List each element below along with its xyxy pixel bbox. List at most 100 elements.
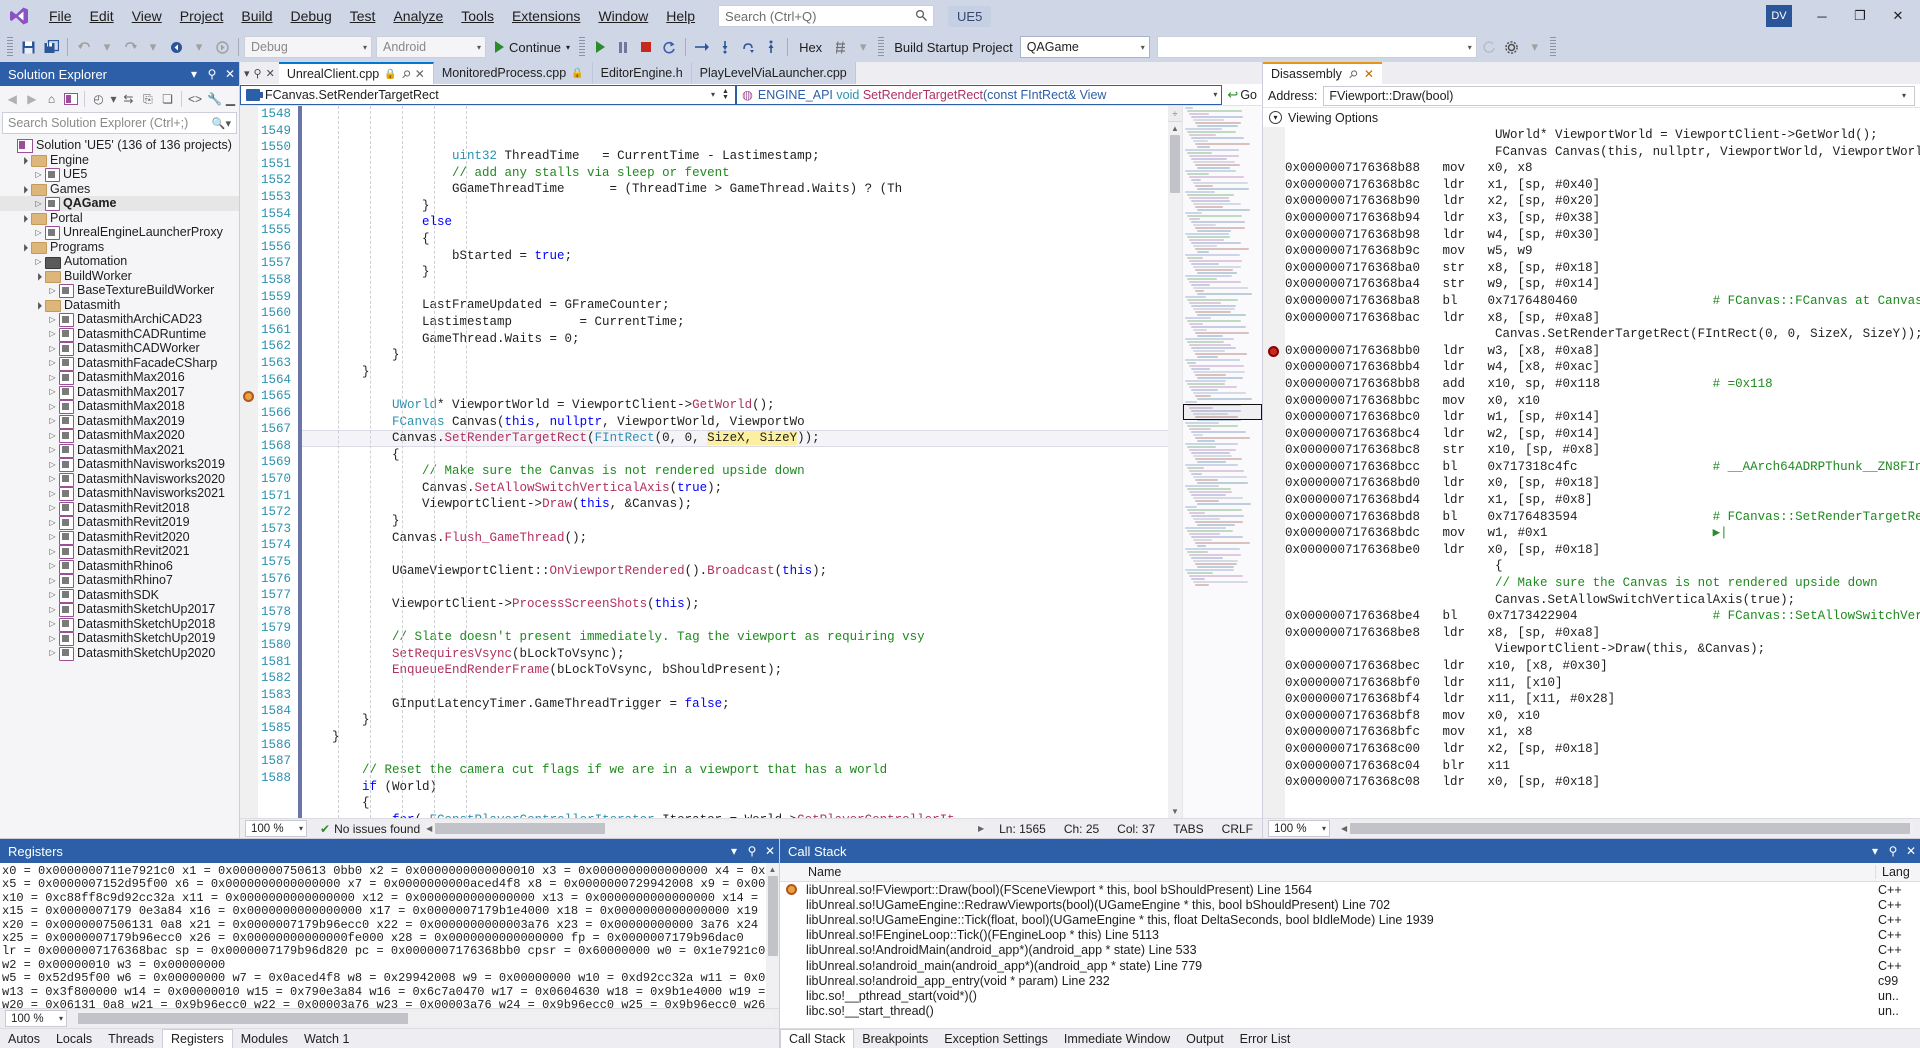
tab-disassembly[interactable]: Disassembly ⚲ ✕ [1263, 62, 1382, 84]
tree-item-datasmithcadruntime[interactable]: DatasmithCADRuntime [0, 327, 239, 342]
tree-twisty-closed[interactable] [46, 634, 59, 643]
disassembly-instruction[interactable]: 0x0000007176368be4 bl 0x7173422904 # FCa… [1285, 608, 1920, 625]
chevron-down-icon[interactable]: ▾ [109, 89, 118, 109]
tree-twisty-closed[interactable] [46, 315, 59, 324]
redo-dropdown-icon[interactable]: ▾ [142, 35, 164, 59]
call-stack-row[interactable]: libUnreal.so!UGameEngine::Tick(float, bo… [780, 912, 1920, 927]
chevron-down-icon[interactable]: ▾ [185, 67, 203, 81]
disassembly-instruction[interactable]: 0x0000007176368b90 ldr x2, [sp, #0x20] [1285, 193, 1920, 210]
code-line[interactable] [302, 380, 1168, 397]
hex-label[interactable]: Hex [793, 40, 828, 55]
forward-icon[interactable]: ▶ [23, 89, 42, 109]
tree-twisty-closed[interactable] [46, 590, 59, 599]
menu-project[interactable]: Project [171, 4, 233, 28]
tab-call-stack[interactable]: Call Stack [780, 1029, 854, 1048]
tree-twisty-closed[interactable] [46, 358, 59, 367]
code-line[interactable]: } [302, 364, 1168, 381]
disassembly-source-line[interactable]: // Make sure the Canvas is not rendered … [1285, 575, 1920, 592]
code-editor[interactable]: 1548154915501551155215531554155515561557… [240, 106, 1262, 818]
menu-view[interactable]: View [123, 4, 171, 28]
registers-content[interactable]: x0 = 0x0000000711e7921c0 x1 = 0x00000007… [0, 863, 766, 1008]
code-line[interactable]: { [302, 447, 1168, 464]
code-line[interactable] [302, 613, 1168, 630]
code-minimap[interactable] [1182, 106, 1262, 818]
tree-twisty-closed[interactable] [32, 228, 45, 237]
column-header-lang[interactable]: Lang [1876, 865, 1920, 879]
disassembly-source-line[interactable]: Canvas.SetRenderTargetRect(FIntRect(0, 0… [1285, 326, 1920, 343]
editor-tab-playlevelvialauncher-cpp[interactable]: PlayLevelViaLauncher.cpp [692, 62, 856, 84]
tree-twisty-closed[interactable] [46, 503, 59, 512]
tree-twisty-closed[interactable] [32, 199, 45, 208]
tree-item-portal[interactable]: Portal [0, 211, 239, 226]
tree-twisty-open[interactable] [32, 301, 45, 309]
editor-tabs[interactable]: UnrealClient.cpp🔒⚲✕MonitoredProcess.cpp🔒… [279, 62, 856, 84]
menu-window[interactable]: Window [589, 4, 657, 28]
solution-explorer-tree[interactable]: Solution 'UE5' (136 of 136 projects)Engi… [0, 136, 239, 838]
collapse-all-icon[interactable]: ❏ [158, 89, 177, 109]
disassembly-instruction[interactable]: 0x0000007176368bdc mov w1, #0x1 ▶| [1285, 525, 1920, 542]
breakpoint-icon[interactable] [1268, 346, 1279, 357]
tree-item-datasmithrevit2018[interactable]: DatasmithRevit2018 [0, 501, 239, 516]
tab-immediate-window[interactable]: Immediate Window [1056, 1030, 1178, 1048]
navigation-member-combo[interactable]: ◍ ENGINE_API void SetRenderTargetRect(co… [736, 85, 1222, 105]
start-without-debugging-icon[interactable] [589, 35, 611, 59]
menu-test[interactable]: Test [341, 4, 385, 28]
tab-breakpoints[interactable]: Breakpoints [854, 1030, 936, 1048]
address-input[interactable]: FViewport::Draw(bool) ▾ [1323, 86, 1915, 106]
tree-twisty-closed[interactable] [46, 416, 59, 425]
code-line[interactable] [302, 281, 1168, 298]
tree-twisty-closed[interactable] [32, 257, 45, 266]
code-text-area[interactable]: uint32 ThreadTime = CurrentTime - Lastim… [302, 106, 1168, 818]
disassembly-instruction[interactable]: 0x0000007176368b8c ldr x1, [sp, #0x40] [1285, 177, 1920, 194]
disassembly-instruction[interactable]: 0x0000007176368bd0 ldr x0, [sp, #0x18] [1285, 475, 1920, 492]
tree-item-programs[interactable]: Programs [0, 240, 239, 255]
go-button[interactable]: ↩ Go [1222, 87, 1262, 103]
undo-dropdown-icon[interactable]: ▾ [96, 35, 118, 59]
tree-item-datasmith[interactable]: Datasmith [0, 298, 239, 313]
toolbar-overflow-icon[interactable]: ▾ [852, 35, 874, 59]
step-over-icon[interactable] [714, 35, 736, 59]
toolbar-overflow-2-icon[interactable]: ▾ [1524, 35, 1546, 59]
tree-item-datasmithsdk[interactable]: DatasmithSDK [0, 588, 239, 603]
tab-autos[interactable]: Autos [0, 1030, 48, 1048]
tree-item-datasmithmax2021[interactable]: DatasmithMax2021 [0, 443, 239, 458]
toolbar-grip[interactable] [7, 37, 13, 57]
disassembly-instruction[interactable]: 0x0000007176368bec ldr x10, [x8, #0x30] [1285, 658, 1920, 675]
disassembly-instruction[interactable]: 0x0000007176368bb0 ldr w3, [x8, #0xa8] [1285, 343, 1920, 360]
code-line[interactable]: // Make sure the Canvas is not rendered … [302, 463, 1168, 480]
pin-icon[interactable]: ⚲ [398, 67, 413, 82]
code-line[interactable]: } [302, 729, 1168, 746]
call-stack-row[interactable]: libUnreal.so!android_app_entry(void * pa… [780, 973, 1920, 988]
tree-twisty-open[interactable] [18, 243, 31, 251]
code-line[interactable]: } [302, 198, 1168, 215]
menu-help[interactable]: Help [657, 4, 704, 28]
disassembly-instruction[interactable]: 0x0000007176368c00 ldr x2, [sp, #0x18] [1285, 741, 1920, 758]
tree-item-engine[interactable]: Engine [0, 153, 239, 168]
close-icon[interactable]: ✕ [1364, 67, 1374, 81]
code-line[interactable] [302, 579, 1168, 596]
scroll-right-icon[interactable]: ▶ [975, 824, 984, 833]
disassembly-instruction[interactable]: 0x0000007176368bb4 ldr w4, [x8, #0xac] [1285, 359, 1920, 376]
save-all-icon[interactable] [40, 35, 62, 59]
breakpoint-gutter[interactable] [240, 106, 258, 818]
disassembly-instruction[interactable]: 0x0000007176368bcc bl 0x717318c4fc # __A… [1285, 459, 1920, 476]
pin-icon[interactable]: ⚲ [254, 67, 262, 80]
navigation-spinner[interactable]: ▲▼ [720, 89, 731, 100]
viewing-options-row[interactable]: ▾ Viewing Options [1263, 108, 1920, 127]
tree-item-datasmitharchicad23[interactable]: DatasmithArchiCAD23 [0, 312, 239, 327]
code-line[interactable]: Canvas.SetAllowSwitchVerticalAxis(true); [302, 480, 1168, 497]
tree-item-datasmithrevit2020[interactable]: DatasmithRevit2020 [0, 530, 239, 545]
tree-twisty-closed[interactable] [46, 576, 59, 585]
disassembly-gutter[interactable] [1263, 127, 1285, 818]
registers-zoom-combo[interactable]: 100 % ▾ [5, 1010, 67, 1027]
registers-horizontal-scrollbar[interactable] [78, 1012, 773, 1025]
startup-project-combo[interactable]: QAGame ▾ [1020, 36, 1150, 58]
chevron-down-icon[interactable]: ▾ [1866, 844, 1884, 858]
menu-analyze[interactable]: Analyze [384, 4, 452, 28]
tree-item-datasmithrevit2021[interactable]: DatasmithRevit2021 [0, 544, 239, 559]
code-line[interactable]: SetRequiresVsync(bLockToVsync); [302, 646, 1168, 663]
breakpoints-icon[interactable] [829, 35, 851, 59]
scroll-left-icon[interactable]: ◀ [1341, 824, 1350, 833]
tab-exception-settings[interactable]: Exception Settings [936, 1030, 1056, 1048]
code-line[interactable] [302, 546, 1168, 563]
